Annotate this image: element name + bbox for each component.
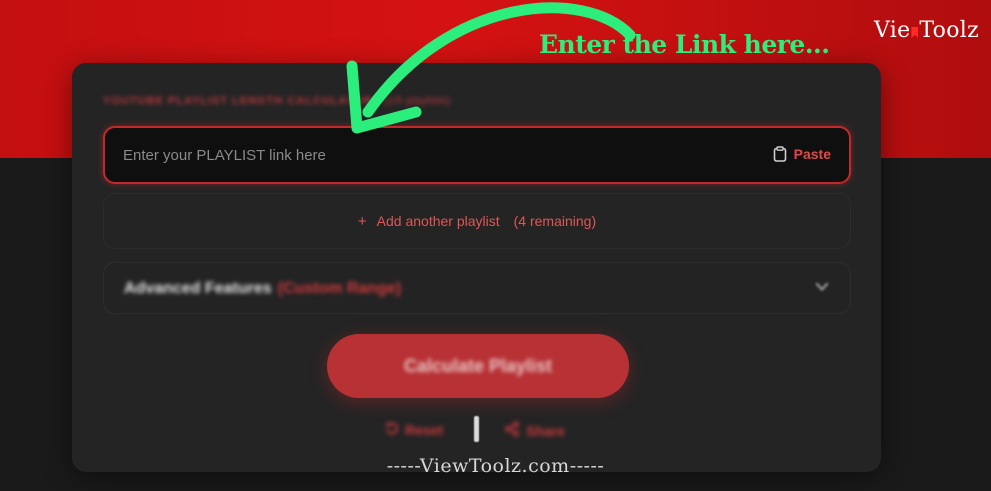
advanced-features-toggle[interactable]: Advanced Features (Custom Range) (103, 262, 851, 314)
advanced-features-label: Advanced Features (Custom Range) (124, 280, 401, 298)
plus-icon: + (357, 212, 367, 230)
custom-range-text: (Custom Range) (277, 280, 402, 297)
card-title-text: YOUTUBE PLAYLIST LENGTH CALCULATOR (103, 95, 373, 107)
calculate-label: Calculate Playlist (403, 355, 553, 376)
brand-logo-mark-icon (911, 27, 919, 38)
share-icon (504, 421, 520, 440)
playlist-counter: (1/5 playlists) (382, 95, 451, 107)
playlist-link-field[interactable]: Paste (103, 126, 851, 184)
share-button[interactable]: Share (504, 421, 565, 440)
action-divider (474, 416, 479, 442)
calculate-playlist-button[interactable]: Calculate Playlist (327, 334, 629, 398)
reset-label: Reset (405, 421, 444, 438)
chevron-down-icon (814, 280, 830, 298)
add-playlist-label: Add another playlist (376, 213, 500, 229)
brand-logo-left: Vie (873, 18, 911, 43)
reset-button[interactable]: Reset (385, 421, 443, 438)
remaining-count: (4 remaining) (513, 213, 597, 229)
brand-logo: Vie Toolz (874, 18, 979, 43)
brand-logo-right: Toolz (919, 18, 979, 43)
reset-icon (385, 421, 399, 438)
annotation-text: Enter the Link here... (539, 30, 830, 59)
playlist-link-input[interactable] (123, 128, 743, 182)
clipboard-icon (773, 146, 787, 162)
paste-button[interactable]: Paste (773, 146, 831, 162)
paste-label: Paste (793, 146, 831, 162)
action-row: Reset Share (72, 416, 881, 446)
calculator-card: YOUTUBE PLAYLIST LENGTH CALCULATOR (1/5 p… (72, 63, 881, 472)
card-title: YOUTUBE PLAYLIST LENGTH CALCULATOR (1/5 p… (103, 95, 451, 107)
footer-watermark: -----ViewToolz.com----- (386, 455, 605, 477)
add-playlist-button[interactable]: + Add another playlist (4 remaining) (103, 193, 851, 249)
share-label: Share (526, 422, 565, 439)
advanced-label-text: Advanced Features (124, 280, 272, 297)
